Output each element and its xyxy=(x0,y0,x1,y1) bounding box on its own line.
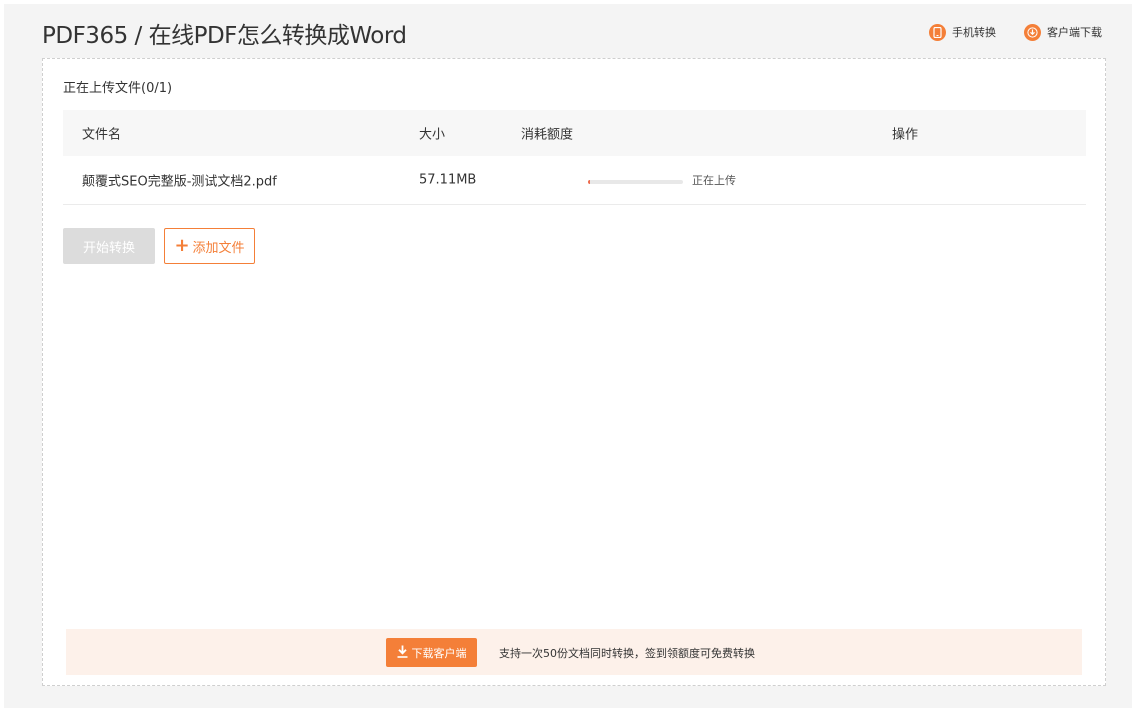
add-file-button[interactable]: + 添加文件 xyxy=(164,228,255,264)
download-client-label: 下载客户端 xyxy=(411,646,467,660)
table-row: 颠覆式SEO完整版-测试文档2.pdf 57.11MB 正在上传 xyxy=(63,156,1086,205)
header: PDF365 / 在线PDF怎么转换成Word 手机转换 客户端下载 xyxy=(4,4,1132,58)
upload-status: 正在上传文件(0/1) xyxy=(63,81,173,96)
file-table: 文件名 大小 消耗额度 操作 颠覆式SEO完整版-测试文档2.pdf 57.11… xyxy=(63,110,1086,205)
download-client-button[interactable]: 下载客户端 xyxy=(386,638,477,667)
client-download-label: 客户端下载 xyxy=(1047,26,1102,39)
phone-icon xyxy=(929,23,946,41)
client-download-link[interactable]: 客户端下载 xyxy=(1024,22,1102,42)
upload-progress-status: 正在上传 xyxy=(692,174,736,187)
download-arrow-icon xyxy=(397,645,408,661)
column-header-size: 大小 xyxy=(419,127,446,143)
column-header-action: 操作 xyxy=(892,127,919,143)
mobile-convert-label: 手机转换 xyxy=(952,26,996,39)
promo-note: 支持一次50份文档同时转换，签到领额度可免费转换 xyxy=(499,647,755,660)
upload-panel: 正在上传文件(0/1) 文件名 大小 消耗额度 操作 颠覆式SEO完整版-测试文… xyxy=(42,58,1106,686)
page-background: PDF365 / 在线PDF怎么转换成Word 手机转换 客户端下载 正在上传文… xyxy=(4,4,1132,708)
plus-icon: + xyxy=(174,235,190,256)
promo-bar: 下载客户端 支持一次50份文档同时转换，签到领额度可免费转换 xyxy=(66,629,1082,675)
column-header-cost: 消耗额度 xyxy=(521,127,574,143)
mobile-convert-link[interactable]: 手机转换 xyxy=(929,22,996,42)
start-convert-button[interactable]: 开始转换 xyxy=(63,228,155,264)
download-icon xyxy=(1024,23,1041,41)
column-header-filename: 文件名 xyxy=(82,127,122,143)
add-file-label: 添加文件 xyxy=(192,240,245,256)
table-header: 文件名 大小 消耗额度 操作 xyxy=(63,110,1086,156)
upload-progress-fill xyxy=(588,180,590,184)
file-name: 颠覆式SEO完整版-测试文档2.pdf xyxy=(82,174,277,190)
page-title: PDF365 / 在线PDF怎么转换成Word xyxy=(42,23,407,49)
file-size: 57.11MB xyxy=(419,172,477,188)
upload-progress-bar xyxy=(588,180,683,184)
